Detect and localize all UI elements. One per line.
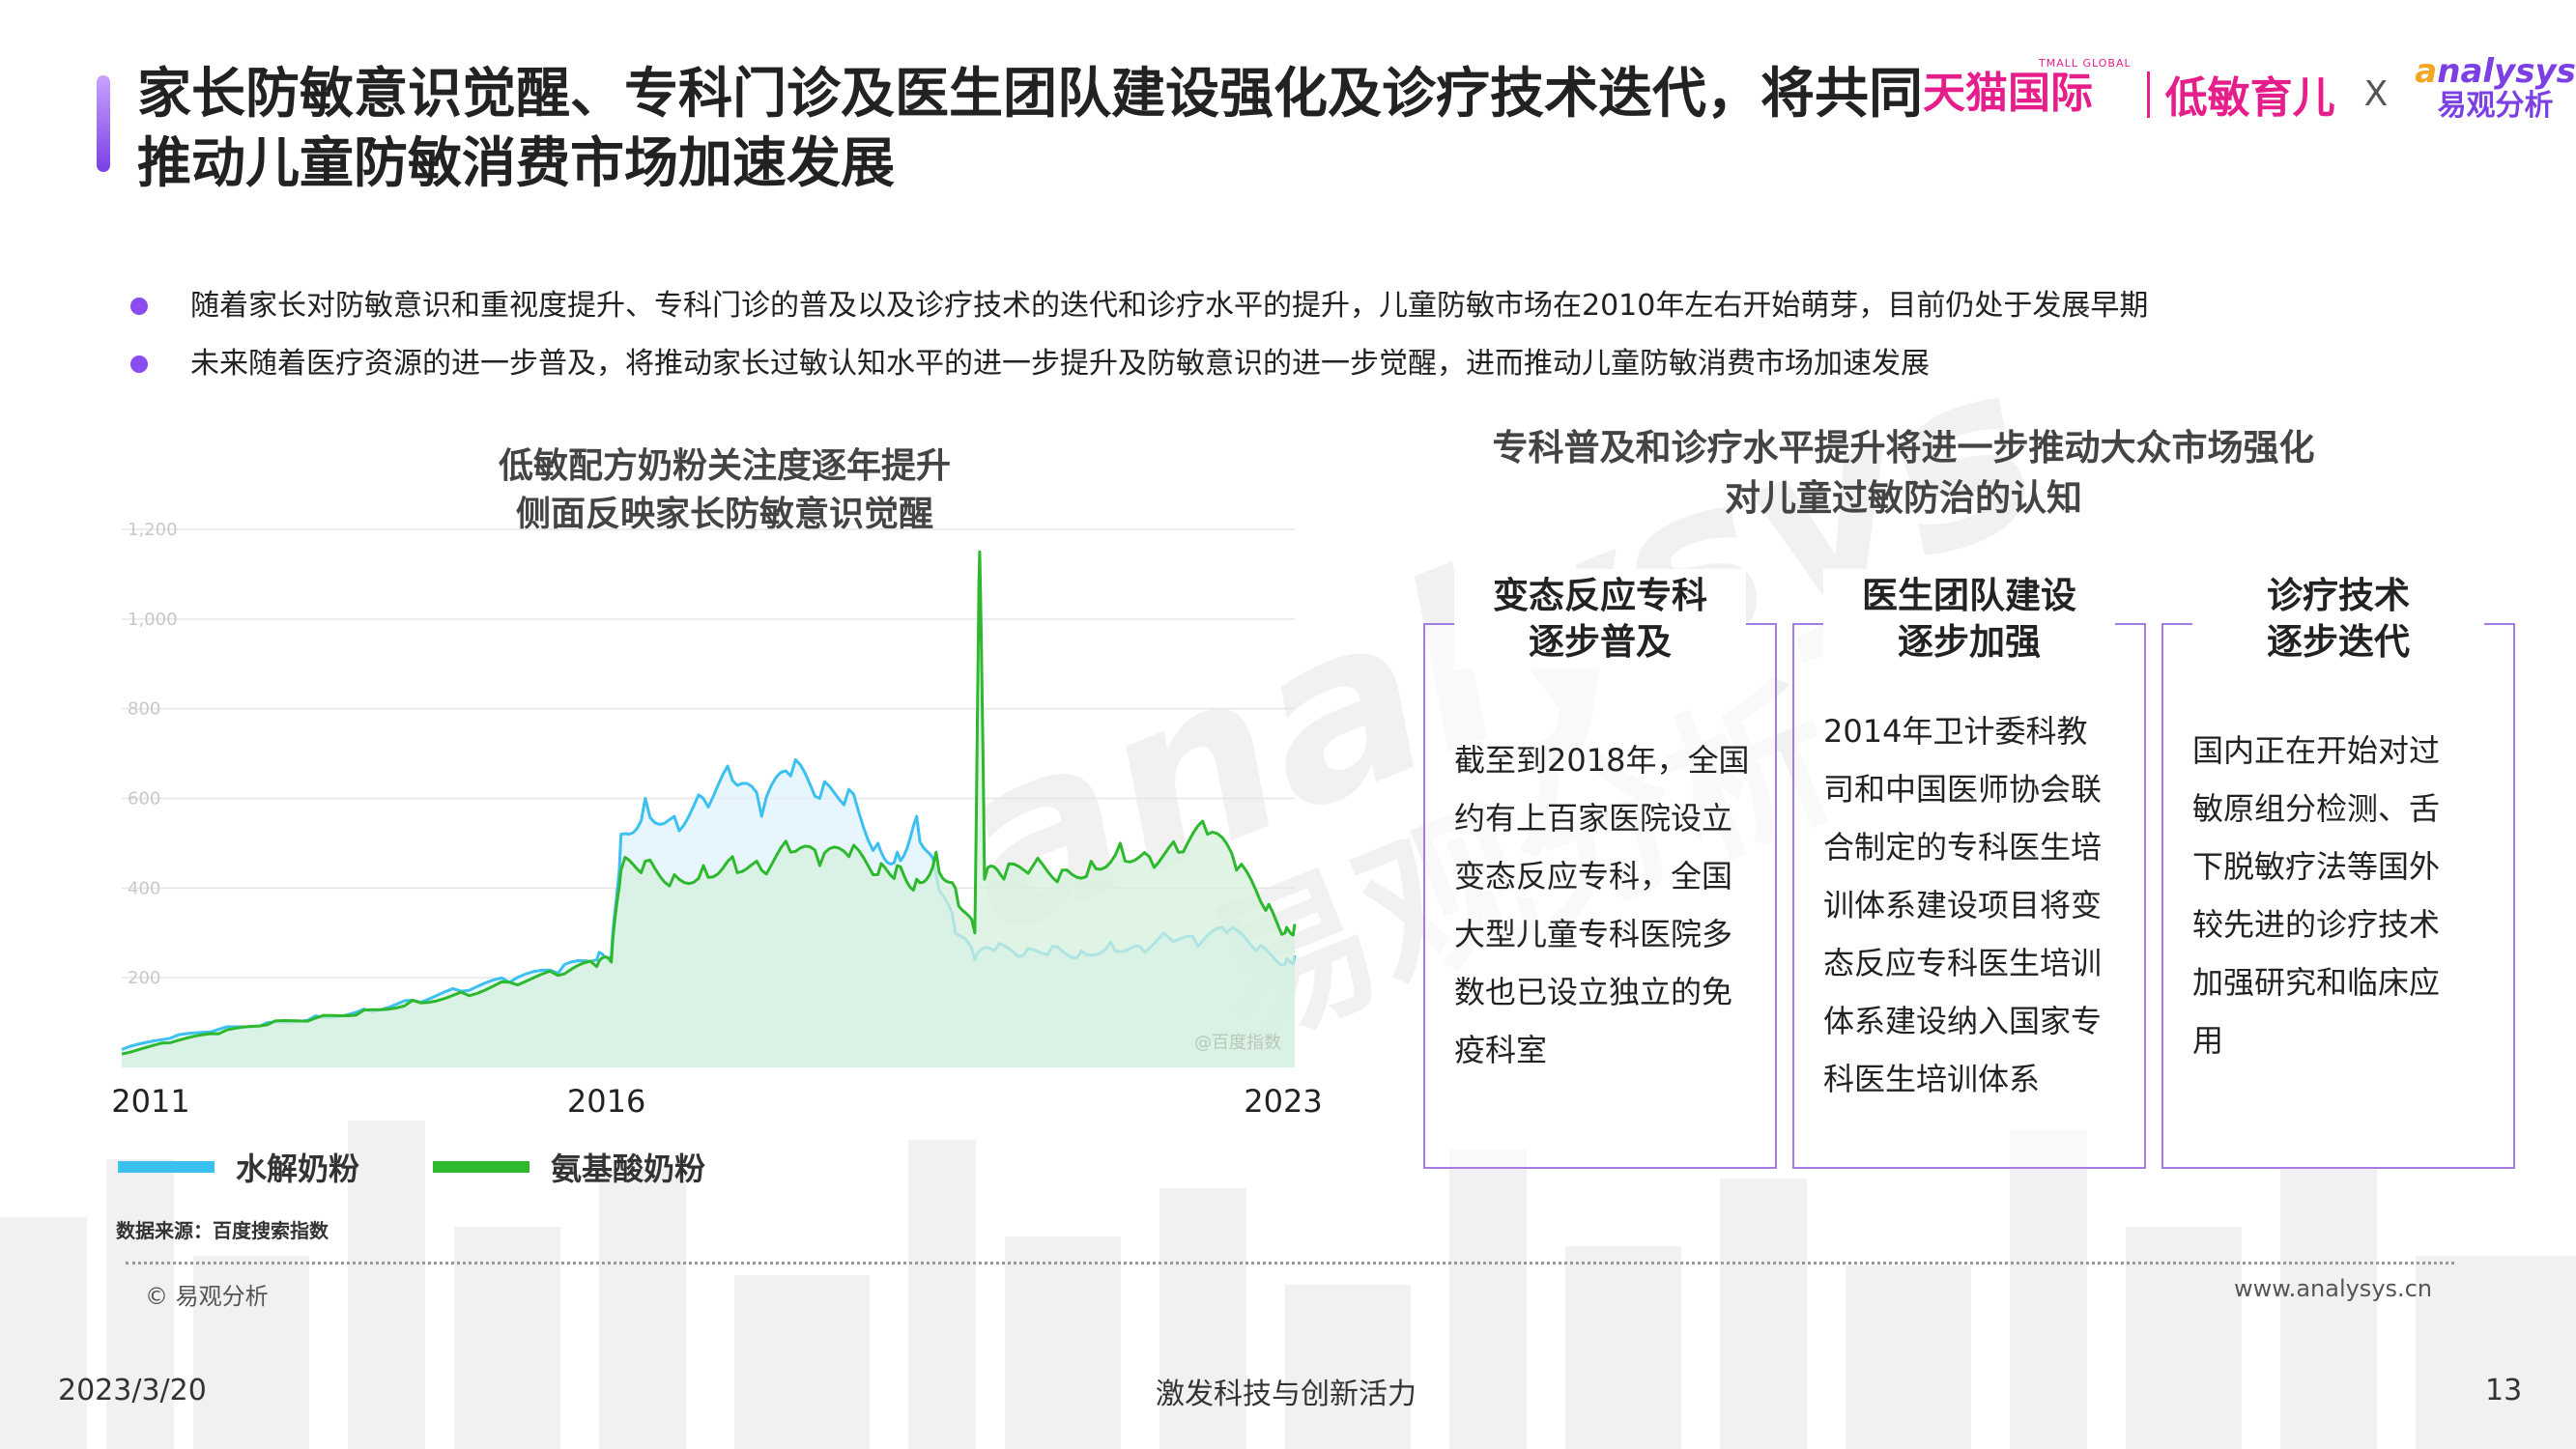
analysys-logo: analysys 易观分析 [2415,53,2576,123]
chart-title-line-1: 低敏配方奶粉关注度逐年提升 [498,446,951,486]
bullet-dot [130,355,148,373]
chart-source-watermark: @百度指数 [1194,1033,1281,1053]
card-body-line: 下脱敏疗法等国外 [2192,848,2441,885]
card-body-line: 截至到2018年，全国 [1454,742,1750,779]
card-body-line: 疫科室 [1454,1032,1548,1068]
brand-logo: TMALL GLOBAL 天猫国际 低敏育儿 X analysys 易观分析 [1923,53,2576,123]
card-allergy-specialty: 变态反应专科 逐步普及 截至到2018年，全国 约有上百家医院设立 变态反应专科… [1423,569,1777,1169]
card-body-line: 变态反应专科，全国 [1454,858,1733,895]
bullet-item: 未来随着医疗资源的进一步普及，将推动家长过敏认知水平的进一步提升及防敏意识的进一… [130,343,2449,385]
card-body-line: 国内正在开始对过 [2192,732,2441,769]
y-tick-label: 800 [128,699,160,720]
analysys-logo-cn: 易观分析 [2437,89,2554,123]
card-heading-line: 诊疗技术 [2267,575,2410,616]
legend-swatch-amino-acid [433,1161,530,1173]
logo-divider [2146,71,2150,118]
page-number: 13 [2485,1374,2523,1407]
card-heading: 变态反应专科 逐步普及 [1454,569,1746,669]
right-title-line-1: 专科普及和诊疗水平提升将进一步推动大众市场强化 [1492,427,2315,469]
card-body-line: 数也已设立独立的免 [1454,974,1733,1010]
y-tick-label: 400 [128,878,160,898]
card-body: 2014年卫计委科教 司和中国医师协会联 合制定的专科医生培 训体系建设项目将变… [1823,702,2129,1108]
card-body-line: 合制定的专科医生培 [1823,829,2103,866]
y-tick-label: 1,200 [128,520,178,540]
analysys-logo-en: analysys [2415,53,2576,90]
bullet-dot [130,298,148,315]
analysys-logo-rest: nalysys [2437,52,2576,91]
card-body-line: 训体系建设项目将变 [1823,887,2103,923]
low-sensitivity-logo: 低敏育儿 [2164,73,2335,123]
card-heading-line: 逐步加强 [1898,621,2041,663]
card-heading-line: 逐步普及 [1529,621,1672,663]
card-body-line: 体系建设纳入国家专 [1823,1003,2103,1039]
y-tick-label: 200 [128,968,160,988]
card-heading-line: 变态反应专科 [1493,575,1707,616]
bullet-item: 随着家长对防敏意识和重视度提升、专科门诊的普及以及诊疗技术的迭代和诊疗水平的提升… [130,285,2449,327]
card-heading: 诊疗技术 逐步迭代 [2192,569,2484,669]
copyright: © 易观分析 [145,1283,269,1310]
card-body-line: 较先进的诊疗技术 [2192,906,2441,943]
card-body-line: 敏原组分检测、舌 [2192,790,2441,827]
card-body-line: 2014年卫计委科教 [1823,713,2088,750]
card-treatment-tech: 诊疗技术 逐步迭代 国内正在开始对过 敏原组分检测、舌 下脱敏疗法等国外 较先进… [2161,569,2515,1169]
right-title-line-2: 对儿童过敏防治的认知 [1725,477,2082,519]
logo-x: X [2363,73,2389,114]
bullet-text: 随着家长对防敏意识和重视度提升、专科门诊的普及以及诊疗技术的迭代和诊疗水平的提升… [190,289,2149,323]
right-section-title: 专科普及和诊疗水平提升将进一步推动大众市场强化 对儿童过敏防治的认知 [1382,423,2425,524]
card-body-line: 用 [2192,1022,2224,1059]
title-accent-bar [97,75,110,172]
bullet-list: 随着家长对防敏意识和重视度提升、专科门诊的普及以及诊疗技术的迭代和诊疗水平的提升… [130,285,2449,401]
legend-label-hydrolyzed: 水解奶粉 [236,1151,360,1187]
tmall-global-logo: TMALL GLOBAL 天猫国际 [1923,58,2132,118]
footer-divider [126,1262,2454,1264]
tmall-global-name: 天猫国际 [1923,69,2093,118]
card-body-line: 司和中国医师协会联 [1823,771,2103,808]
card-body-line: 加强研究和临床应 [2192,964,2441,1001]
website-link[interactable]: www.analysys.cn [2234,1275,2432,1302]
analysys-logo-a: a [2415,52,2438,91]
y-tick-label: 1,000 [128,610,178,630]
footer-slogan: 激发科技与创新活力 [1156,1378,1417,1411]
legend-swatch-hydrolyzed [118,1161,215,1173]
x-tick-label: 2011 [111,1083,189,1120]
page-title: 家长防敏意识觉醒、专科门诊及医生团队建设强化及诊疗技术迭代，将共同推动儿童防敏消… [137,63,1923,195]
x-tick-label: 2016 [567,1083,645,1120]
card-heading: 医生团队建设 逐步加强 [1823,569,2115,669]
card-body: 截至到2018年，全国 约有上百家医院设立 变态反应专科，全国 大型儿童专科医院… [1454,731,1760,1079]
legend-item-hydrolyzed: 水解奶粉 [118,1145,359,1189]
bullet-text: 未来随着医疗资源的进一步普及，将推动家长过敏认知水平的进一步提升及防敏意识的进一… [190,347,1930,381]
data-source-note: 数据来源：百度搜索指数 [116,1219,329,1242]
footer-date: 2023/3/20 [58,1374,207,1407]
x-tick-label: 2023 [1244,1083,1322,1120]
card-doctor-team: 医生团队建设 逐步加强 2014年卫计委科教 司和中国医师协会联 合制定的专科医… [1792,569,2146,1169]
interest-trend-chart: 200 400 600 800 1,000 1,200 2011 2016 2023 @百度指数 [111,520,1322,1120]
y-tick-label: 600 [128,789,160,810]
card-body-line: 态反应专科医生培训 [1823,945,2103,981]
card-heading-line: 医生团队建设 [1862,575,2076,616]
legend-label-amino-acid: 氨基酸奶粉 [551,1151,706,1187]
chart-legend: 水解奶粉 氨基酸奶粉 [118,1145,779,1189]
card-body-line: 约有上百家医院设立 [1454,800,1733,837]
card-body: 国内正在开始对过 敏原组分检测、舌 下脱敏疗法等国外 较先进的诊疗技术 加强研究… [2192,722,2498,1069]
card-body-line: 大型儿童专科医院多 [1454,916,1733,952]
card-heading-line: 逐步迭代 [2267,621,2410,663]
legend-item-amino-acid: 氨基酸奶粉 [433,1145,705,1189]
card-body-line: 科医生培训体系 [1823,1061,2041,1097]
